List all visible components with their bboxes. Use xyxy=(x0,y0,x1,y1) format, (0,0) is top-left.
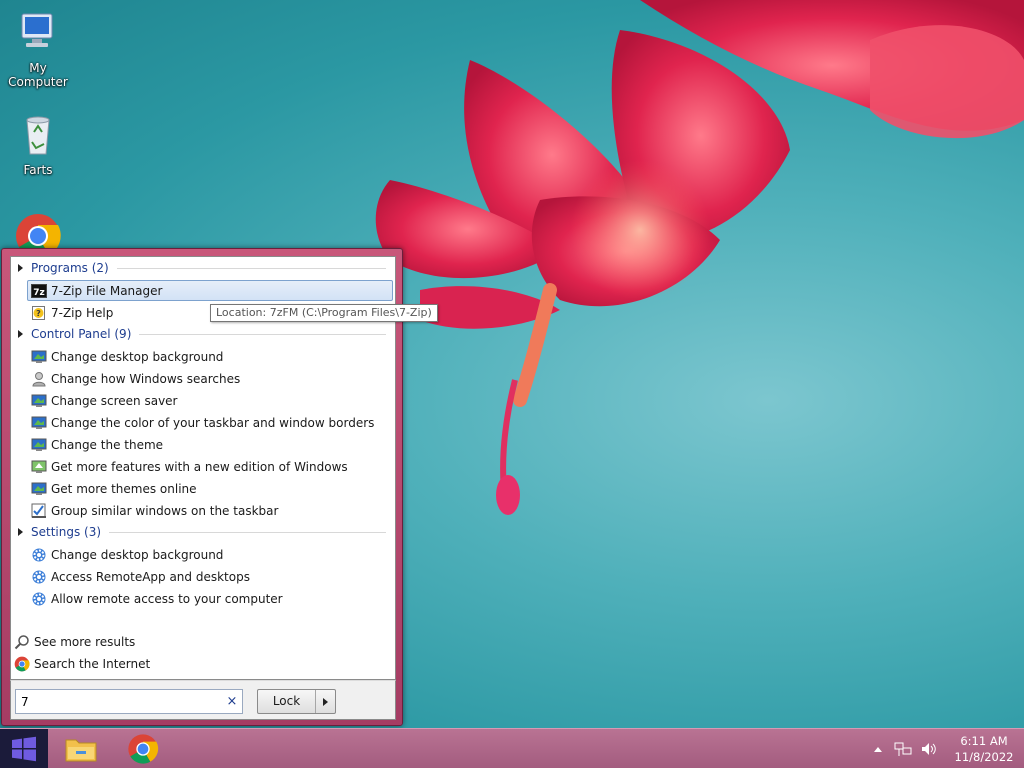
clock-time: 6:11 AM xyxy=(960,734,1008,748)
user-search-icon xyxy=(32,371,46,386)
magnifier-icon xyxy=(14,635,29,650)
lock-button-label: Lock xyxy=(258,690,316,713)
recycle-bin-icon xyxy=(26,116,50,155)
result-label: Change desktop background xyxy=(51,547,224,562)
result-label: Change desktop background xyxy=(51,349,224,364)
result-label: Change the theme xyxy=(51,437,164,452)
group-title: Settings (3) xyxy=(31,525,102,539)
clock-date: 11/8/2022 xyxy=(954,750,1014,764)
gear-icon xyxy=(32,548,46,561)
divider xyxy=(109,531,386,533)
windows-logo-icon xyxy=(12,736,36,762)
taskbar-file-explorer[interactable] xyxy=(59,731,103,767)
result-group-similar-windows[interactable]: Group similar windows on the taskbar xyxy=(27,500,393,521)
taskbar: 6:11 AM 11/8/2022 xyxy=(0,728,1024,768)
result-label: Get more features with a new edition of … xyxy=(51,459,348,474)
result-label: Allow remote access to your computer xyxy=(51,591,283,606)
clear-search-icon[interactable]: × xyxy=(222,694,242,709)
result-change-desktop-background[interactable]: Change desktop background xyxy=(27,346,393,367)
divider xyxy=(116,267,386,269)
help-file-icon: ? xyxy=(32,305,45,320)
start-button[interactable] xyxy=(0,729,48,768)
group-header-control-panel[interactable]: Control Panel (9) xyxy=(18,324,386,344)
lock-button[interactable]: Lock xyxy=(257,689,336,714)
result-label: Get more themes online xyxy=(51,481,197,496)
result-label: Access RemoteApp and desktops xyxy=(51,569,250,584)
group-title: Programs (2) xyxy=(31,261,109,275)
result-settings-change-desktop-background[interactable]: Change desktop background xyxy=(27,544,393,565)
desktop-icon-label: Farts xyxy=(23,163,53,177)
result-allow-remote-access[interactable]: Allow remote access to your computer xyxy=(27,588,393,609)
see-more-label: See more results xyxy=(34,635,136,649)
gear-icon xyxy=(32,592,46,605)
system-tray: 6:11 AM 11/8/2022 xyxy=(874,729,1024,768)
search-the-internet-link[interactable]: Search the Internet xyxy=(14,654,150,674)
display-icon xyxy=(31,438,47,451)
chrome-icon xyxy=(14,656,30,672)
display-icon xyxy=(31,416,47,429)
search-input[interactable] xyxy=(21,694,222,709)
result-change-how-windows-searches[interactable]: Change how Windows searches xyxy=(27,368,393,389)
result-access-remoteapp[interactable]: Access RemoteApp and desktops xyxy=(27,566,393,587)
result-label: Change screen saver xyxy=(51,393,178,408)
tooltip-location: Location: 7zFM (C:\Program Files\7-Zip) xyxy=(210,304,438,322)
see-more-results-link[interactable]: See more results xyxy=(14,632,135,652)
group-header-programs[interactable]: Programs (2) xyxy=(18,258,386,278)
desktop-icon-my-computer[interactable]: My Computer xyxy=(0,8,76,89)
taskbar-chrome[interactable] xyxy=(121,731,165,767)
taskbar-check-icon xyxy=(31,503,46,518)
search-internet-label: Search the Internet xyxy=(34,657,151,671)
expand-triangle-icon xyxy=(18,528,23,536)
gear-icon xyxy=(32,570,46,583)
volume-icon[interactable] xyxy=(920,741,938,757)
result-change-taskbar-color[interactable]: Change the color of your taskbar and win… xyxy=(27,412,393,433)
expand-triangle-icon xyxy=(18,264,23,272)
7zip-icon: 7z xyxy=(31,283,47,298)
network-icon[interactable] xyxy=(894,741,912,757)
desktop-icon-label: My Computer xyxy=(8,61,68,89)
clock[interactable]: 6:11 AM 11/8/2022 xyxy=(944,733,1024,765)
result-label: Group similar windows on the taskbar xyxy=(51,503,279,518)
result-label: Change the color of your taskbar and win… xyxy=(51,415,375,430)
divider xyxy=(139,333,386,335)
expand-triangle-icon xyxy=(18,330,23,338)
show-hidden-icons-icon[interactable] xyxy=(874,746,882,752)
svg-text:?: ? xyxy=(36,309,41,318)
group-title: Control Panel (9) xyxy=(31,327,132,341)
result-7zip-file-manager[interactable]: 7z 7-Zip File Manager xyxy=(27,280,393,301)
result-label: 7-Zip File Manager xyxy=(51,283,163,298)
svg-text:7z: 7z xyxy=(33,288,45,298)
chrome-icon xyxy=(128,734,159,764)
result-get-more-themes-online[interactable]: Get more themes online xyxy=(27,478,393,499)
folder-icon xyxy=(65,739,97,762)
result-change-the-theme[interactable]: Change the theme xyxy=(27,434,393,455)
group-header-settings[interactable]: Settings (3) xyxy=(18,522,386,542)
display-icon xyxy=(31,482,47,495)
start-search-box[interactable]: × xyxy=(15,689,243,714)
display-icon xyxy=(31,394,47,407)
desktop-icon-recycle-bin[interactable]: Farts xyxy=(0,110,76,177)
upgrade-icon xyxy=(31,460,47,473)
chevron-right-icon xyxy=(323,697,328,706)
computer-icon xyxy=(21,13,53,47)
result-label: 7-Zip Help xyxy=(51,305,114,320)
result-change-screen-saver[interactable]: Change screen saver xyxy=(27,390,393,411)
display-icon xyxy=(31,350,47,363)
power-options-arrow-button[interactable] xyxy=(316,697,335,706)
result-label: Change how Windows searches xyxy=(51,371,241,386)
result-get-more-features[interactable]: Get more features with a new edition of … xyxy=(27,456,393,477)
